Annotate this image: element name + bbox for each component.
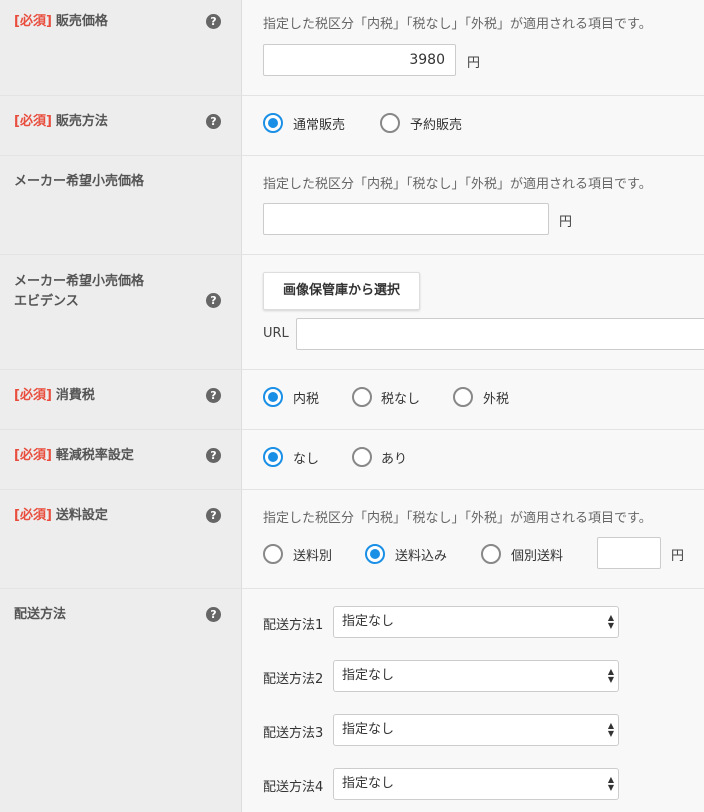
delivery-method-2-select[interactable]: 指定なし ▲ ▼ <box>333 660 619 692</box>
product-form: [必須] 販売価格 ? 指定した税区分「内税」「税なし」「外税」が適用される項目で… <box>0 0 704 812</box>
required-tag: [必須] <box>14 448 52 463</box>
label-cell: [必須] 送料設定 ? <box>0 490 242 588</box>
msrp-input[interactable] <box>263 203 549 235</box>
field-cell: 配送方法1 指定なし ▲ ▼ 配送方法2 指定なし ▲ ▼ 配送方法3 指定なし ▲… <box>243 589 704 812</box>
label-cell: [必須] 販売価格 ? <box>0 0 242 95</box>
radio-tax-inclusive[interactable] <box>263 387 283 407</box>
yen-unit: 円 <box>467 56 481 71</box>
label-cell: [必須] 消費税 ? <box>0 370 242 429</box>
radio-label: 外税 <box>483 392 510 407</box>
radio-label: 予約販売 <box>410 118 463 133</box>
field-label: [必須] 送料設定 <box>14 508 108 523</box>
radio-label: 税なし <box>381 392 421 407</box>
sale-price-input[interactable]: 3980 <box>263 44 456 76</box>
select-arrows-icon: ▲ ▼ <box>607 667 614 684</box>
help-icon[interactable]: ? <box>206 607 221 622</box>
radio-label: 個別送料 <box>511 549 564 564</box>
radio-reduced-yes[interactable] <box>352 447 372 467</box>
radio-label: 送料別 <box>293 549 333 564</box>
tax-note: 指定した税区分「内税」「税なし」「外税」が適用される項目です。 <box>263 511 652 526</box>
help-icon[interactable]: ? <box>206 508 221 523</box>
label-cell: [必須] 販売方法 ? <box>0 96 242 155</box>
required-tag: [必須] <box>14 388 52 403</box>
help-icon[interactable]: ? <box>206 448 221 463</box>
radio-reduced-none[interactable] <box>263 447 283 467</box>
radio-label: 内税 <box>293 392 320 407</box>
field-label: メーカー希望小売価格 <box>14 174 145 189</box>
radio-shipping-included[interactable] <box>365 544 385 564</box>
field-label: 配送方法 <box>14 607 67 622</box>
row-shipping-fee: [必須] 送料設定 ? 指定した税区分「内税」「税なし」「外税」が適用される項目で… <box>0 490 704 589</box>
delivery-method-4-select[interactable]: 指定なし ▲ ▼ <box>333 768 619 800</box>
radio-label: あり <box>381 452 408 467</box>
radio-label: なし <box>293 452 320 467</box>
field-cell: 指定した税区分「内税」「税なし」「外税」が適用される項目です。 円 <box>243 156 704 254</box>
field-label: エビデンス <box>14 294 79 309</box>
field-cell: 画像保管庫から選択 URL <box>243 255 704 369</box>
row-sale-method: [必須] 販売方法 ? 通常販売 予約販売 <box>0 96 704 156</box>
field-label: [必須] 販売方法 <box>14 114 108 129</box>
field-cell: 通常販売 予約販売 <box>243 96 704 155</box>
select-arrows-icon: ▲ ▼ <box>607 775 614 792</box>
individual-shipping-input[interactable] <box>597 537 661 569</box>
delivery-method-1-select[interactable]: 指定なし ▲ ▼ <box>333 606 619 638</box>
required-tag: [必須] <box>14 14 52 29</box>
required-tag: [必須] <box>14 508 52 523</box>
field-label: メーカー希望小売価格 <box>14 274 145 289</box>
radio-label: 通常販売 <box>293 118 346 133</box>
delivery-method-label: 配送方法2 <box>263 672 324 687</box>
label-cell: メーカー希望小売価格 <box>0 156 242 254</box>
delivery-method-3-select[interactable]: 指定なし ▲ ▼ <box>333 714 619 746</box>
help-icon[interactable]: ? <box>206 293 221 308</box>
select-arrows-icon: ▲ ▼ <box>607 721 614 738</box>
field-cell: なし あり <box>243 430 704 489</box>
delivery-method-label: 配送方法3 <box>263 726 324 741</box>
url-input[interactable] <box>296 318 704 350</box>
help-icon[interactable]: ? <box>206 114 221 129</box>
label-cell: メーカー希望小売価格 エビデンス ? <box>0 255 242 369</box>
field-label: [必須] 軽減税率設定 <box>14 448 134 463</box>
label-cell: 配送方法 ? <box>0 589 242 812</box>
row-delivery: 配送方法 ? 配送方法1 指定なし ▲ ▼ 配送方法2 指定なし ▲ ▼ 配送方法3… <box>0 589 704 812</box>
label-cell: [必須] 軽減税率設定 ? <box>0 430 242 489</box>
row-sale-price: [必須] 販売価格 ? 指定した税区分「内税」「税なし」「外税」が適用される項目で… <box>0 0 704 96</box>
yen-unit: 円 <box>671 549 685 564</box>
required-tag: [必須] <box>14 114 52 129</box>
select-arrows-icon: ▲ ▼ <box>607 613 614 630</box>
row-consumption-tax: [必須] 消費税 ? 内税 税なし 外税 <box>0 370 704 430</box>
select-from-image-storage-button[interactable]: 画像保管庫から選択 <box>263 272 420 310</box>
field-cell: 指定した税区分「内税」「税なし」「外税」が適用される項目です。 3980 円 <box>243 0 704 95</box>
field-cell: 内税 税なし 外税 <box>243 370 704 429</box>
row-reduced-tax: [必須] 軽減税率設定 ? なし あり <box>0 430 704 490</box>
radio-shipping-individual[interactable] <box>481 544 501 564</box>
delivery-method-label: 配送方法4 <box>263 780 324 795</box>
yen-unit: 円 <box>559 215 573 230</box>
row-msrp-evidence: メーカー希望小売価格 エビデンス ? 画像保管庫から選択 URL <box>0 255 704 370</box>
radio-shipping-separate[interactable] <box>263 544 283 564</box>
radio-tax-exclusive[interactable] <box>453 387 473 407</box>
field-label: [必須] 販売価格 <box>14 14 108 29</box>
row-msrp: メーカー希望小売価格 指定した税区分「内税」「税なし」「外税」が適用される項目で… <box>0 156 704 255</box>
radio-preorder-sale[interactable] <box>380 113 400 133</box>
help-icon[interactable]: ? <box>206 14 221 29</box>
radio-label: 送料込み <box>395 549 448 564</box>
radio-tax-free[interactable] <box>352 387 372 407</box>
tax-note: 指定した税区分「内税」「税なし」「外税」が適用される項目です。 <box>263 17 652 32</box>
field-cell: 指定した税区分「内税」「税なし」「外税」が適用される項目です。 送料別 送料込み… <box>243 490 704 588</box>
delivery-method-label: 配送方法1 <box>263 618 324 633</box>
help-icon[interactable]: ? <box>206 388 221 403</box>
field-label: [必須] 消費税 <box>14 388 95 403</box>
tax-note: 指定した税区分「内税」「税なし」「外税」が適用される項目です。 <box>263 177 652 192</box>
url-label: URL <box>263 326 289 341</box>
radio-normal-sale[interactable] <box>263 113 283 133</box>
